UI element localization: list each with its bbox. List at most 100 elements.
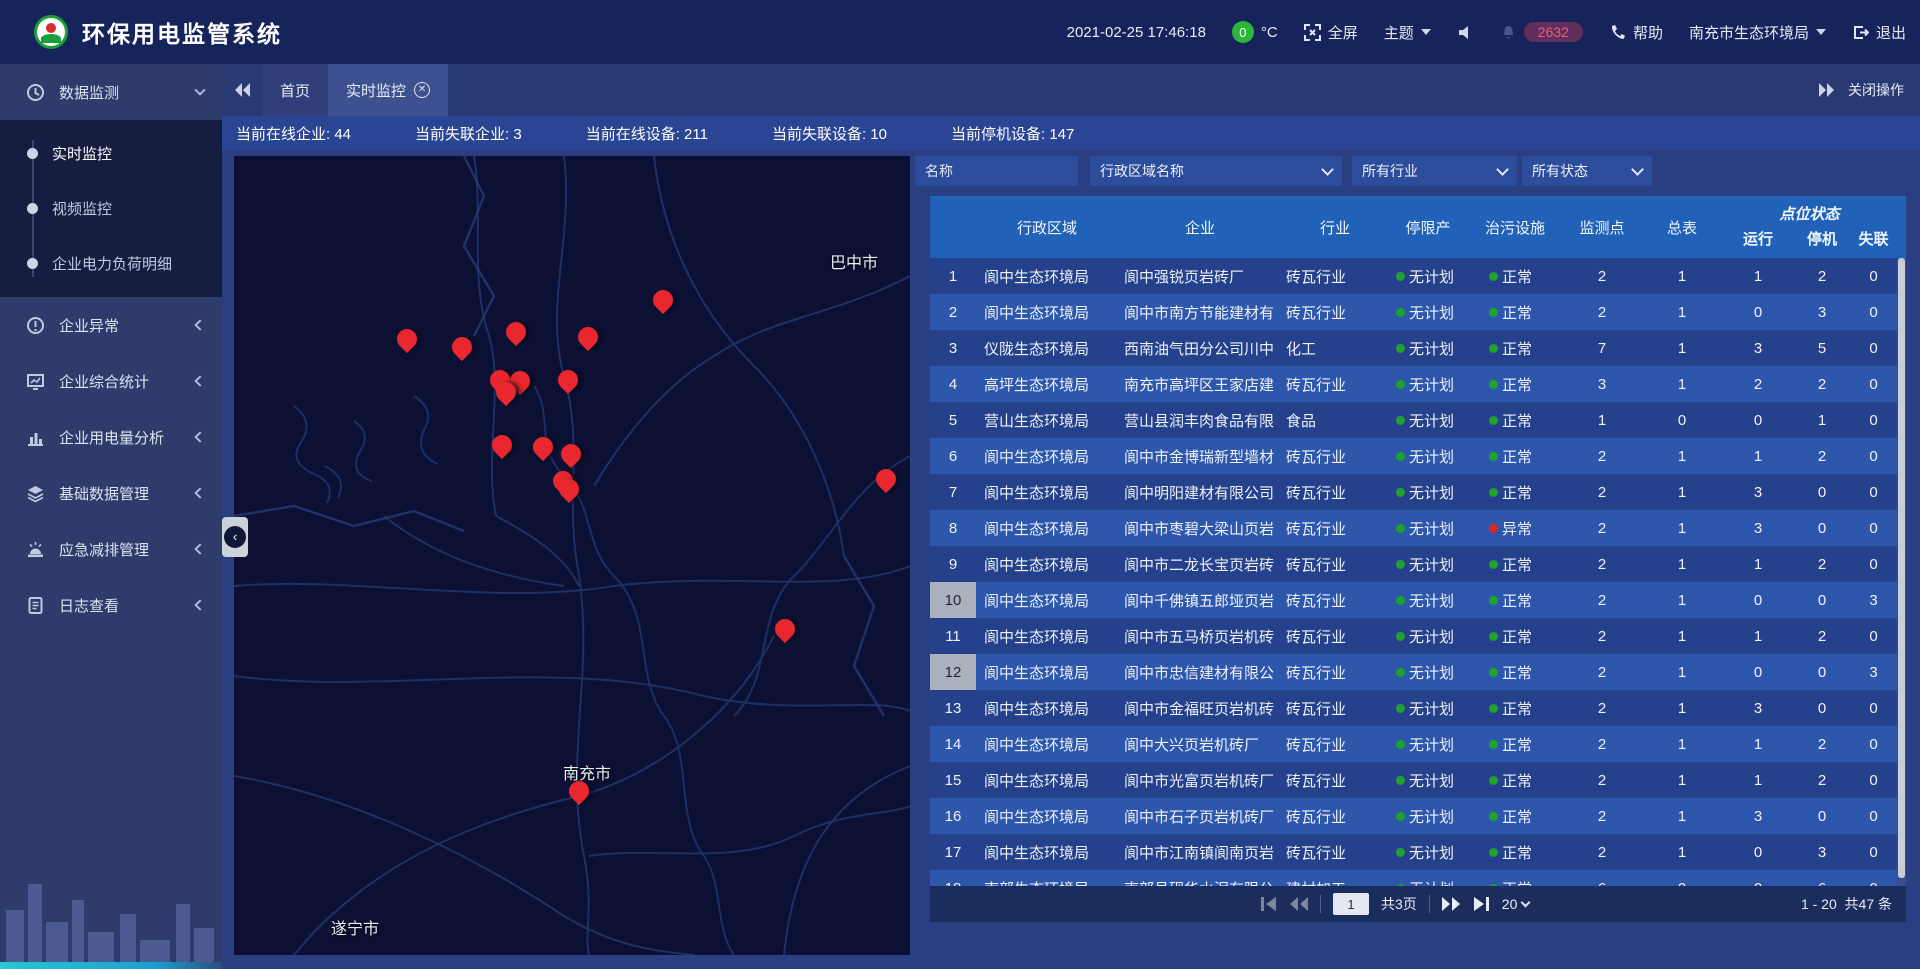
close-icon[interactable]: ✕ [414, 82, 430, 98]
cell-down-count: 2 [1794, 438, 1850, 474]
table-row[interactable]: 2阆中生态环境局阆中市南方节能建材有砖瓦行业无计划正常21030 [930, 294, 1897, 330]
prev-page-button[interactable] [1290, 896, 1308, 912]
status-dot-icon [1396, 560, 1405, 569]
sidebar-subitem-实时监控[interactable]: 实时监控 [0, 126, 222, 181]
cell-stop-status: 无计划 [1388, 438, 1468, 474]
cell-total-meter: 1 [1642, 366, 1722, 402]
mute-button[interactable] [1457, 24, 1474, 41]
table-row[interactable]: 16阆中生态环境局阆中市石子页岩机砖厂砖瓦行业无计划正常21300 [930, 798, 1897, 834]
table-row[interactable]: 4高坪生态环境局南充市高坪区王家店建砖瓦行业无计划正常31220 [930, 366, 1897, 402]
sidebar-subitem-视频监控[interactable]: 视频监控 [0, 181, 222, 236]
sidebar-item-数据监测[interactable]: 数据监测 [0, 64, 222, 120]
table-row[interactable]: 1阆中生态环境局阆中强锐页岩砖厂砖瓦行业无计划正常21120 [930, 258, 1897, 294]
tab-scroll-left-button[interactable] [222, 64, 262, 116]
notifications[interactable]: 2632 [1500, 22, 1583, 42]
sidebar-item-日志查看[interactable]: 日志查看 [0, 577, 222, 633]
tab-实时监控[interactable]: 实时监控✕ [328, 64, 448, 116]
table-row[interactable]: 8阆中生态环境局阆中市枣碧大梁山页岩砖瓦行业无计划异常21300 [930, 510, 1897, 546]
cell-row-number: 5 [930, 402, 976, 438]
sidebar-subitem-企业电力负荷明细[interactable]: 企业电力负荷明细 [0, 236, 222, 291]
sidebar-item-企业异常[interactable]: 企业异常 [0, 297, 222, 353]
table-row[interactable]: 5营山生态环境局营山县润丰肉食品有限食品无计划正常10010 [930, 402, 1897, 438]
name-search-input[interactable] [925, 163, 1068, 179]
table-row[interactable]: 10阆中生态环境局阆中千佛镇五郎垭页岩砖瓦行业无计划正常21003 [930, 582, 1897, 618]
table-row[interactable]: 11阆中生态环境局阆中市五马桥页岩机砖砖瓦行业无计划正常21120 [930, 618, 1897, 654]
cell-company: 阆中市南方节能建材有 [1118, 294, 1282, 330]
cell-company: 阆中市五马桥页岩机砖 [1118, 618, 1282, 654]
logout-button[interactable]: 退出 [1852, 22, 1906, 43]
cell-stop-status: 无计划 [1388, 366, 1468, 402]
chevron-down-icon [1816, 29, 1826, 35]
sidebar-item-企业用电量分析[interactable]: 企业用电量分析 [0, 409, 222, 465]
cell-monitor-count: 2 [1562, 618, 1642, 654]
status-dot-icon [1396, 704, 1405, 713]
chevron-left-icon [194, 487, 205, 498]
sidebar-item-应急减排管理[interactable]: 应急减排管理 [0, 521, 222, 577]
chevron-left-icon [194, 543, 205, 554]
next-page-button[interactable] [1442, 896, 1460, 912]
chevron-left-icon [194, 431, 205, 442]
sidebar-item-label: 数据监测 [59, 82, 196, 103]
help-button[interactable]: 帮助 [1609, 22, 1663, 43]
close-operations-button[interactable]: 关闭操作 [1848, 80, 1904, 100]
stop-status-label: 无计划 [1409, 878, 1454, 887]
cell-down-count: 0 [1794, 654, 1850, 690]
sidebar-collapse-button[interactable]: ‹ [222, 517, 248, 557]
table-row[interactable]: 12阆中生态环境局阆中市忠信建材有限公砖瓦行业无计划正常21003 [930, 654, 1897, 690]
facility-status-label: 异常 [1502, 518, 1532, 539]
theme-dropdown[interactable]: 主题 [1384, 22, 1431, 43]
cell-run-count: 1 [1722, 258, 1794, 294]
table-row[interactable]: 17阆中生态环境局阆中市江南镇阆南页岩砖瓦行业无计划正常21030 [930, 834, 1897, 870]
page-size-select[interactable]: 20 [1502, 896, 1530, 912]
cell-facility-status: 正常 [1468, 870, 1562, 886]
page-number-input[interactable] [1333, 893, 1369, 915]
first-page-button[interactable] [1260, 896, 1278, 912]
tab-首页[interactable]: 首页 [262, 64, 328, 116]
cell-facility-status: 正常 [1468, 258, 1562, 294]
sidebar-item-label: 基础数据管理 [59, 483, 196, 504]
table-scrollbar[interactable] [1897, 258, 1906, 886]
fullscreen-button[interactable]: 全屏 [1304, 22, 1358, 43]
industry-filter-select[interactable]: 所有行业 [1352, 156, 1517, 186]
datetime: 2021-02-25 17:46:18 [1067, 24, 1206, 41]
cell-total-meter: 0 [1642, 870, 1722, 886]
cell-lost-count: 0 [1850, 330, 1897, 366]
sidebar-item-基础数据管理[interactable]: 基础数据管理 [0, 465, 222, 521]
table-row[interactable]: 7阆中生态环境局阆中明阳建材有限公司砖瓦行业无计划正常21300 [930, 474, 1897, 510]
cell-region: 高坪生态环境局 [976, 366, 1118, 402]
region-filter-select[interactable]: 行政区域名称 [1090, 156, 1342, 186]
cell-down-count: 3 [1794, 294, 1850, 330]
map[interactable]: 巴中市南充市遂宁市 [234, 156, 910, 955]
facility-status-label: 正常 [1502, 590, 1532, 611]
table-row[interactable]: 14阆中生态环境局阆中大兴页岩机砖厂砖瓦行业无计划正常21120 [930, 726, 1897, 762]
table-row[interactable]: 18南部生态环境局南部县砚华水泥有限公建材加工无计划正常60060 [930, 870, 1897, 886]
cell-total-meter: 1 [1642, 294, 1722, 330]
double-chevron-right-icon[interactable] [1819, 83, 1834, 97]
cell-down-count: 0 [1794, 474, 1850, 510]
sidebar-item-企业综合统计[interactable]: 企业综合统计 [0, 353, 222, 409]
table-row[interactable]: 15阆中生态环境局阆中市光富页岩机砖厂砖瓦行业无计划正常21120 [930, 762, 1897, 798]
double-chevron-left-icon [235, 83, 250, 97]
table-row[interactable]: 13阆中生态环境局阆中市金福旺页岩机砖砖瓦行业无计划正常21300 [930, 690, 1897, 726]
status-dot-icon [1396, 488, 1405, 497]
table-row[interactable]: 6阆中生态环境局阆中市金博瑞新型墙材砖瓦行业无计划正常21120 [930, 438, 1897, 474]
cell-down-count: 0 [1794, 798, 1850, 834]
cell-facility-status: 正常 [1468, 294, 1562, 330]
cell-company: 南充市高坪区王家店建 [1118, 366, 1282, 402]
stop-status-label: 无计划 [1409, 374, 1454, 395]
cell-company: 西南油气田分公司川中 [1118, 330, 1282, 366]
col-header-total: 总表 [1642, 196, 1722, 258]
facility-status-label: 正常 [1502, 878, 1532, 887]
cell-lost-count: 0 [1850, 690, 1897, 726]
table-row[interactable]: 3仪陇生态环境局西南油气田分公司川中化工无计划正常71350 [930, 330, 1897, 366]
stop-status-label: 无计划 [1409, 266, 1454, 287]
table-row[interactable]: 9阆中生态环境局阆中市二龙长宝页岩砖砖瓦行业无计划正常21120 [930, 546, 1897, 582]
organization-dropdown[interactable]: 南充市生态环境局 [1689, 22, 1826, 43]
facility-status-label: 正常 [1502, 662, 1532, 683]
temperature-unit: °C [1261, 24, 1278, 41]
cell-stop-status: 无计划 [1388, 798, 1468, 834]
status-filter-select[interactable]: 所有状态 [1522, 156, 1652, 186]
last-page-button[interactable] [1472, 896, 1490, 912]
cell-stop-status: 无计划 [1388, 294, 1468, 330]
cell-row-number: 14 [930, 726, 976, 762]
